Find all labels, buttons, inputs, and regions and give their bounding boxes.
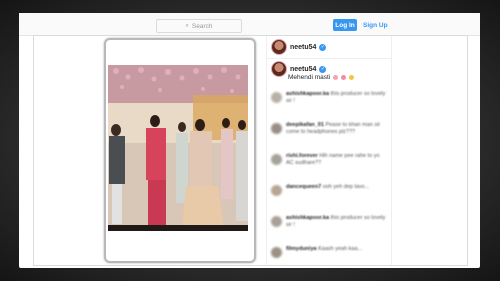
media-frame [104,38,256,263]
post-container: neetu54 ✓ neetu54 ✓ Mehendi masti ashish… [33,35,468,266]
comment-username[interactable]: ashishkapoor.ka [286,215,329,221]
comment-item: ashishkapoor.ka this producer so lovely … [267,89,391,120]
top-navigation-bar: ⌕ Search Log In Sign Up [19,13,480,36]
search-placeholder: Search [191,22,213,30]
avatar[interactable] [271,61,287,77]
caption-emoji-icon [348,74,354,80]
dance-scene-image [108,65,248,231]
comment-avatar[interactable] [271,123,282,134]
post-sidebar: neetu54 ✓ neetu54 ✓ Mehendi masti ashish… [266,36,392,265]
log-in-button[interactable]: Log In [333,19,357,31]
comment-item: deepikafan_01 Pease to khan man sir come… [267,120,391,151]
caption-block: neetu54 ✓ Mehendi masti [267,61,391,81]
post-username[interactable]: neetu54 [290,44,316,51]
post-video[interactable] [108,65,248,231]
comment-text: ooh yeh dep lavo... [322,184,370,190]
search-input[interactable]: ⌕ Search [156,19,242,33]
caption-emoji-icon [333,74,339,80]
comment-item: rishi.forever Hih name pee rahe to yo AC… [267,151,391,182]
comment-avatar[interactable] [271,92,282,103]
comment-avatar[interactable] [271,154,282,165]
search-icon: ⌕ [185,22,189,29]
comment-username[interactable]: filmyduniya [286,246,317,252]
comment-username[interactable]: deepikafan_01 [286,122,324,128]
comment-item: ashishkapoor.ka this producer so lovely … [267,213,391,244]
verified-badge-icon: ✓ [319,43,327,51]
avatar[interactable] [271,39,287,55]
caption-emoji-icon [340,74,346,80]
caption-text: Mehendi masti [288,74,331,81]
comment-username[interactable]: dancequeen7 [286,184,321,190]
post-header: neetu54 ✓ [267,36,391,59]
caption-text-row: Mehendi masti [288,74,391,81]
comment-username[interactable]: rishi.forever [286,153,318,159]
comment-username[interactable]: ashishkapoor.ka [286,91,329,97]
comments-list: ashishkapoor.ka this producer so lovely … [267,89,391,265]
comment-item: filmyduniya Kaash yeah kaa... [267,244,391,265]
comment-avatar[interactable] [271,247,282,258]
caption-username[interactable]: neetu54 [290,66,316,73]
sign-up-link[interactable]: Sign Up [363,19,388,31]
browser-window: ⌕ Search Log In Sign Up neetu54 ✓ neetu5… [19,13,480,268]
comment-text: Kaash yeah kaa... [318,246,363,252]
verified-badge-icon: ✓ [319,65,327,73]
comment-avatar[interactable] [271,216,282,227]
comment-item: dancequeen7 ooh yeh dep lavo... [267,182,391,213]
comment-avatar[interactable] [271,185,282,196]
